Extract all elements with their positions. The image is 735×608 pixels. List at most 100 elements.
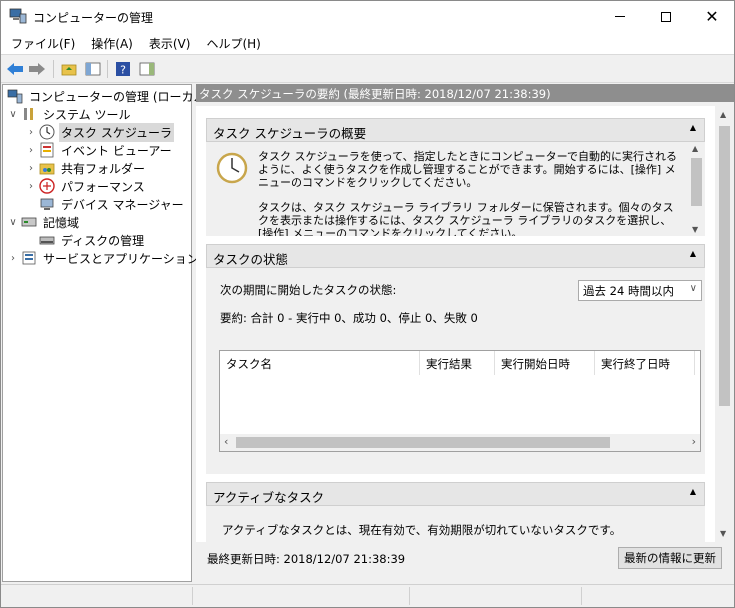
action-pane-icon [139, 62, 155, 76]
window-title: コンピューターの管理 [33, 11, 154, 25]
system-tools-icon [21, 106, 37, 122]
up-folder-button[interactable] [59, 59, 79, 79]
active-tasks-description: アクティブなタスクとは、現在有効で、有効期限が切れていないタスクです。 [222, 523, 622, 537]
status-summary: 要約: 合計 0 - 実行中 0、成功 0、停止 0、失敗 0 [220, 311, 478, 325]
collapse-icon[interactable]: ▲ [690, 487, 696, 496]
collapsed-chevron-icon[interactable]: › [25, 163, 37, 174]
collapsed-chevron-icon[interactable]: › [25, 145, 37, 156]
task-status-section-header[interactable]: タスクの状態 ▲ [206, 244, 705, 268]
disk-icon [39, 232, 55, 248]
scroll-right-icon[interactable]: › [692, 435, 696, 448]
maximize-icon [661, 11, 671, 22]
overview-text: タスク スケジューラを使って、指定したときにコンピューターで自動的に実行されるよ… [258, 150, 678, 236]
title-bar: コンピューターの管理 ✕ [1, 1, 734, 32]
device-manager-icon [39, 196, 55, 212]
overview-scrollbar[interactable]: ▲ ▼ [688, 142, 705, 236]
collapsed-chevron-icon[interactable]: › [7, 253, 19, 264]
overview-section-header[interactable]: タスク スケジューラの概要 ▲ [206, 118, 705, 142]
scroll-up-icon[interactable]: ▲ [692, 144, 698, 153]
tree-item-system-tools[interactable]: ∨ システム ツール [7, 105, 132, 123]
menu-action[interactable]: 操作(A) [85, 33, 139, 54]
overview-paragraph: タスク スケジューラを使って、指定したときにコンピューターで自動的に実行されるよ… [258, 150, 677, 189]
forward-arrow-icon [29, 63, 45, 75]
status-bar-divider [192, 587, 193, 605]
task-status-title: タスクの状態 [213, 252, 289, 267]
details-scrollbar[interactable]: ▲ ▼ [715, 106, 734, 542]
overview-title: タスク スケジューラの概要 [213, 126, 367, 141]
menu-file[interactable]: ファイル(F) [5, 33, 81, 54]
menu-bar: ファイル(F) 操作(A) 表示(V) ヘルプ(H) [1, 32, 734, 54]
scroll-down-icon[interactable]: ▼ [692, 225, 698, 234]
expanded-chevron-icon[interactable]: ∨ [7, 109, 19, 120]
scroll-down-icon[interactable]: ▼ [720, 529, 726, 538]
tree-item-device-manager[interactable]: デバイス マネージャー [39, 195, 186, 213]
scroll-up-icon[interactable]: ▲ [720, 110, 726, 119]
services-icon [21, 250, 37, 266]
active-tasks-section-body: アクティブなタスクとは、現在有効で、有効期限が切れていないタスクです。 [206, 506, 705, 542]
svg-text:?: ? [120, 64, 126, 77]
table-horizontal-scrollbar[interactable]: ‹ › [220, 434, 700, 451]
help-button[interactable]: ? [113, 59, 133, 79]
back-arrow-icon [7, 63, 23, 75]
console-tree-icon [85, 62, 101, 76]
storage-icon [21, 214, 37, 230]
clock-icon [39, 124, 55, 140]
menu-view[interactable]: 表示(V) [143, 33, 197, 54]
forward-button[interactable] [27, 59, 47, 79]
task-status-table: タスク名 実行結果 実行開始日時 実行終了日時 ‹ › [219, 350, 701, 452]
minimize-icon [615, 16, 625, 17]
period-label: 次の期間に開始したタスクの状態: [220, 283, 397, 297]
close-button[interactable]: ✕ [689, 1, 735, 32]
column-header-start-time[interactable]: 実行開始日時 [495, 351, 595, 375]
tree-item-root[interactable]: コンピューターの管理 (ローカル) [7, 87, 212, 105]
active-tasks-title: アクティブなタスク [213, 490, 325, 505]
status-bar-divider [581, 587, 582, 605]
toolbar-separator [53, 60, 54, 78]
overview-section-body: タスク スケジューラを使って、指定したときにコンピューターで自動的に実行されるよ… [206, 142, 705, 236]
period-dropdown[interactable]: 過去 24 時間以内 ∨ [578, 280, 702, 301]
status-bar [1, 584, 734, 607]
details-pane: タスク スケジューラの要約 (最終更新日時: 2018/12/07 21:38:… [196, 84, 734, 582]
folder-up-icon [61, 64, 77, 76]
tree-item-disk-management[interactable]: ディスクの管理 [39, 231, 146, 249]
toolbar: ? [1, 54, 734, 83]
maximize-button[interactable] [643, 1, 689, 32]
action-pane-button[interactable] [137, 59, 157, 79]
tree-item-shared-folders[interactable]: › 共有フォルダー [25, 159, 147, 177]
refresh-button[interactable]: 最新の情報に更新 [618, 547, 722, 569]
scroll-thumb[interactable] [236, 437, 610, 448]
active-tasks-section-header[interactable]: アクティブなタスク ▲ [206, 482, 705, 506]
summary-header: タスク スケジューラの要約 (最終更新日時: 2018/12/07 21:38:… [196, 84, 734, 102]
collapsed-chevron-icon[interactable]: › [25, 181, 37, 192]
performance-icon [39, 178, 55, 194]
event-viewer-icon [39, 142, 55, 158]
collapse-icon[interactable]: ▲ [690, 123, 696, 132]
scroll-thumb[interactable] [691, 158, 702, 206]
scroll-left-icon[interactable]: ‹ [224, 435, 228, 448]
collapse-icon[interactable]: ▲ [690, 249, 696, 258]
tree-item-storage[interactable]: ∨ 記憶域 [7, 213, 81, 231]
scroll-thumb[interactable] [719, 126, 730, 406]
column-header-result[interactable]: 実行結果 [420, 351, 495, 375]
task-status-section-body: 次の期間に開始したタスクの状態: 過去 24 時間以内 ∨ 要約: 合計 0 -… [206, 268, 705, 474]
tree-item-services-apps[interactable]: › サービスとアプリケーション [7, 249, 201, 267]
console-tree: コンピューターの管理 (ローカル) ∨ システム ツール › タスク スケジュー… [2, 84, 210, 582]
last-updated-label: 最終更新日時: 2018/12/07 21:38:39 [207, 552, 406, 566]
back-button[interactable] [5, 59, 25, 79]
toolbar-separator [107, 60, 108, 78]
tree-item-task-scheduler[interactable]: › タスク スケジューラ [25, 122, 174, 142]
expanded-chevron-icon[interactable]: ∨ [7, 217, 19, 228]
computer-management-icon [7, 88, 23, 104]
period-dropdown-value: 過去 24 時間以内 [583, 284, 674, 298]
overview-paragraph: タスクは、タスク スケジューラ ライブラリ フォルダーに保管されます。個々のタス… [258, 201, 674, 236]
column-header-task-name[interactable]: タスク名 [220, 351, 420, 375]
show-hide-tree-button[interactable] [83, 59, 103, 79]
help-icon: ? [116, 62, 130, 77]
tree-item-performance[interactable]: › パフォーマンス [25, 177, 147, 195]
collapsed-chevron-icon[interactable]: › [25, 127, 37, 138]
column-header-end-time[interactable]: 実行終了日時 [595, 351, 695, 375]
minimize-button[interactable] [597, 1, 643, 32]
menu-help[interactable]: ヘルプ(H) [200, 33, 266, 54]
summary-body: タスク スケジューラの概要 ▲ タスク スケジューラを使って、指定したときにコン… [196, 106, 734, 542]
tree-item-event-viewer[interactable]: › イベント ビューアー [25, 141, 174, 159]
